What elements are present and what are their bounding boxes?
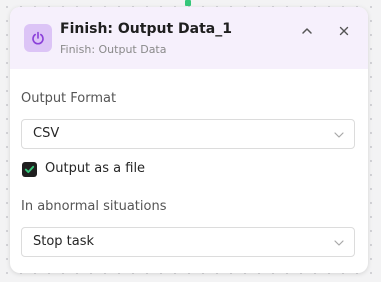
chevron-up-icon (302, 28, 312, 34)
node-title: Finish: Output Data_1 (60, 21, 232, 37)
close-icon (339, 26, 349, 36)
node-config-panel: Finish: Output Data_1 Finish: Output Dat… (10, 7, 368, 273)
chevron-down-icon (334, 132, 344, 138)
checkmark-icon (24, 165, 35, 174)
chevron-down-icon (334, 240, 344, 246)
abnormal-situations-label: In abnormal situations (21, 199, 167, 214)
output-as-file-label[interactable]: Output as a file (45, 161, 145, 176)
power-icon (24, 24, 52, 52)
panel-header: Finish: Output Data_1 Finish: Output Dat… (10, 7, 368, 69)
output-format-select[interactable]: CSV (21, 119, 355, 149)
node-subtitle: Finish: Output Data (60, 43, 167, 56)
close-button[interactable] (334, 21, 354, 41)
abnormal-situations-select[interactable]: Stop task (21, 227, 355, 257)
abnormal-situations-value: Stop task (33, 234, 95, 249)
output-as-file-checkbox[interactable] (22, 162, 37, 177)
node-connector-dot[interactable] (185, 0, 191, 6)
output-format-value: CSV (33, 126, 60, 141)
output-format-label: Output Format (21, 91, 117, 106)
collapse-button[interactable] (297, 21, 317, 41)
